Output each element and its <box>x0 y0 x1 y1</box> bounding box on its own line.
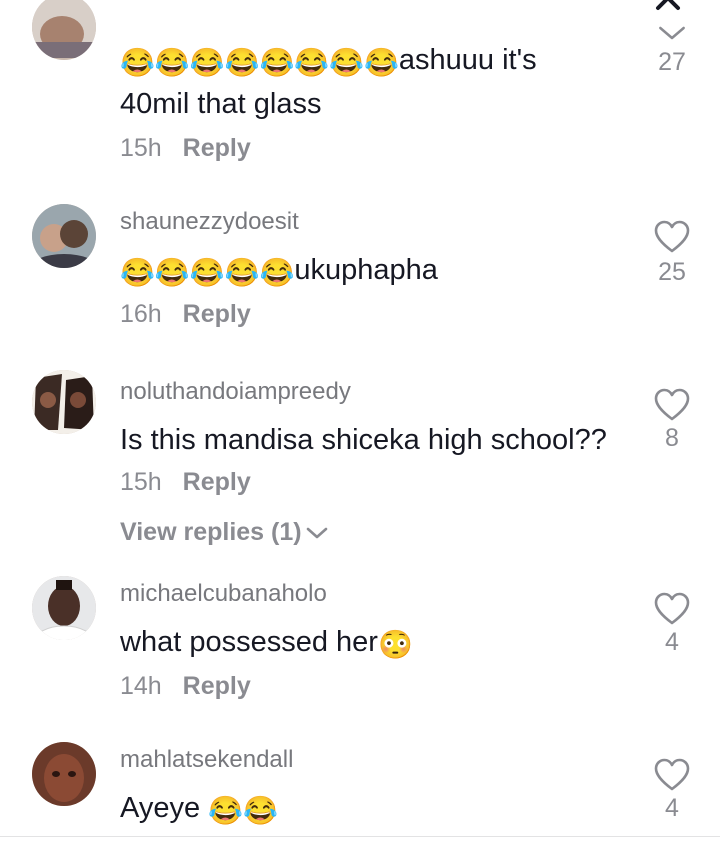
laugh-emoji-icon: 😂😂😂😂😂😂😂😂 <box>120 47 399 78</box>
like-count: 8 <box>665 424 679 452</box>
avatar[interactable] <box>32 742 96 806</box>
heart-outline-icon <box>654 388 690 421</box>
comment-username[interactable]: noluthandoiampreedy <box>120 378 351 406</box>
comment-text-line2: 40mil that glass <box>120 88 322 120</box>
comment-time: 15h <box>120 468 162 496</box>
comment-text: Ayeye 😂😂 <box>120 792 278 826</box>
comment-text: 😂😂😂😂😂😂😂😂ashuuu it's <box>120 44 537 78</box>
comment-text: Is this mandisa shiceka high school?? <box>120 424 607 456</box>
like-button[interactable] <box>652 388 692 422</box>
chevron-down-icon <box>659 26 685 40</box>
divider <box>0 836 720 837</box>
heart-outline-icon <box>654 758 690 791</box>
chevron-down-icon <box>306 528 327 539</box>
comment-time: 14h <box>120 672 162 700</box>
reply-button[interactable]: Reply <box>183 672 251 700</box>
comment-text: 😂😂😂😂😂ukuphapha <box>120 254 438 288</box>
comment-meta: 16h Reply <box>120 300 251 329</box>
comment-meta: 15h Reply <box>120 134 251 163</box>
like-count: 27 <box>658 48 686 76</box>
view-replies-button[interactable]: View replies (1) <box>120 518 328 547</box>
comment-meta: 14h Reply <box>120 672 251 701</box>
comment-meta: 15h Reply <box>120 468 251 497</box>
comment-username[interactable]: michaelcubanaholo <box>120 580 327 608</box>
like-count: 25 <box>658 258 686 286</box>
like-button[interactable] <box>652 24 692 42</box>
avatar[interactable] <box>32 576 96 640</box>
comment-item: michaelcubanaholo what possessed her😳 14… <box>0 570 720 740</box>
reply-button[interactable]: Reply <box>183 300 251 328</box>
comment-time: 15h <box>120 134 162 162</box>
heart-outline-icon <box>654 220 690 253</box>
reply-button[interactable]: Reply <box>183 134 251 162</box>
laugh-emoji-icon: 😂😂 <box>208 795 278 826</box>
reply-button[interactable]: Reply <box>183 468 251 496</box>
like-count: 4 <box>665 628 679 656</box>
laugh-emoji-icon: 😂😂😂😂😂 <box>120 257 295 288</box>
comment-username[interactable]: mahlatsekendall <box>120 746 293 774</box>
like-button[interactable] <box>652 592 692 626</box>
like-count: 4 <box>665 794 679 822</box>
like-button[interactable] <box>652 758 692 792</box>
like-button[interactable] <box>652 220 692 254</box>
comment-item: 😂😂😂😂😂😂😂😂ashuuu it's 40mil that glass 15h… <box>0 0 720 190</box>
comment-item: noluthandoiampreedy Is this mandisa shic… <box>0 360 720 570</box>
avatar[interactable] <box>32 0 96 60</box>
flushed-emoji-icon: 😳 <box>377 629 413 660</box>
avatar[interactable] <box>32 204 96 268</box>
comment-item: shaunezzydoesit 😂😂😂😂😂ukuphapha 16h Reply… <box>0 190 720 360</box>
comment-text: what possessed her😳 <box>120 626 413 660</box>
heart-outline-icon <box>654 592 690 625</box>
comment-item: mahlatsekendall Ayeye 😂😂 4 <box>0 740 720 836</box>
comment-username[interactable]: shaunezzydoesit <box>120 208 299 236</box>
comment-time: 16h <box>120 300 162 328</box>
avatar[interactable] <box>32 370 96 434</box>
